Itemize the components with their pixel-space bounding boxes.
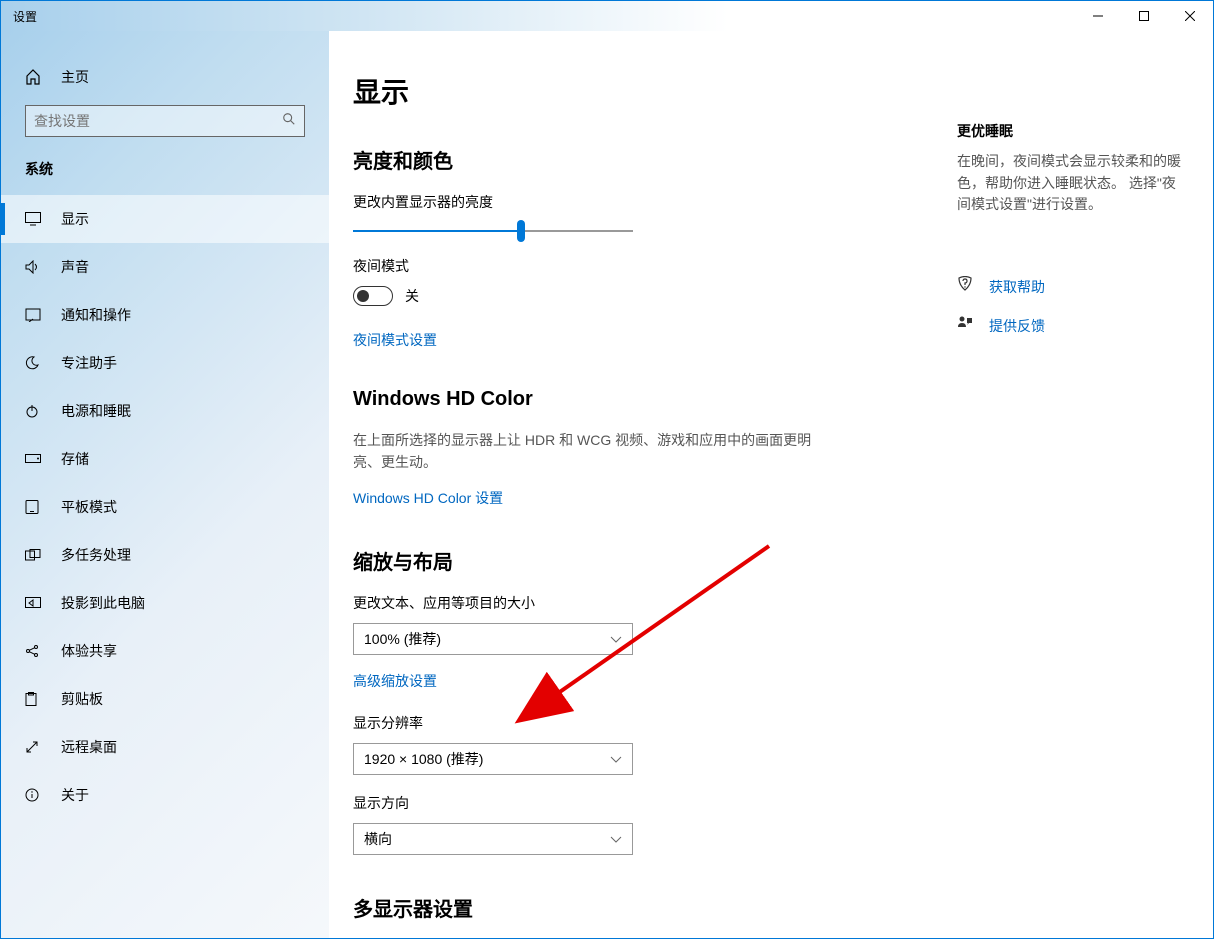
orientation-value: 横向	[364, 829, 392, 849]
settings-window: 设置 主页 系统 显示 声音 通知和操作 专注助手 电源和睡眠 存	[0, 0, 1214, 939]
toggle-state-label: 关	[405, 286, 419, 306]
feedback-link[interactable]: 提供反馈	[957, 315, 1189, 336]
main-panel: 显示 亮度和颜色 更改内置显示器的亮度 夜间模式 关 夜间模式设置 Window…	[329, 31, 1213, 938]
night-mode-label: 夜间模式	[353, 256, 913, 276]
nav-item-label: 投影到此电脑	[61, 593, 145, 613]
nav-item-label: 专注助手	[61, 353, 117, 373]
nav-display[interactable]: 显示	[1, 195, 329, 243]
brightness-slider[interactable]	[353, 230, 633, 232]
nav-notifications[interactable]: 通知和操作	[1, 291, 329, 339]
content-area: 主页 系统 显示 声音 通知和操作 专注助手 电源和睡眠 存储 平板模式 多任务…	[1, 31, 1213, 938]
window-controls	[1075, 1, 1213, 31]
brightness-slider-label: 更改内置显示器的亮度	[353, 192, 913, 212]
tablet-icon	[25, 500, 45, 514]
window-title: 设置	[1, 8, 37, 25]
speaker-icon	[25, 260, 45, 274]
text-size-dropdown[interactable]: 100% (推荐)	[353, 623, 633, 655]
page-title: 显示	[353, 71, 913, 111]
slider-thumb[interactable]	[517, 220, 525, 242]
text-size-label: 更改文本、应用等项目的大小	[353, 593, 913, 613]
get-help-link[interactable]: 获取帮助	[957, 276, 1189, 297]
hd-settings-link[interactable]: Windows HD Color 设置	[353, 488, 503, 508]
nav-focus[interactable]: 专注助手	[1, 339, 329, 387]
nav-remote[interactable]: 远程桌面	[1, 723, 329, 771]
nav-item-label: 声音	[61, 257, 89, 277]
scale-heading: 缩放与布局	[353, 546, 913, 575]
home-label: 主页	[61, 67, 89, 87]
nav-power[interactable]: 电源和睡眠	[1, 387, 329, 435]
home-nav[interactable]: 主页	[1, 59, 329, 105]
nav-item-label: 通知和操作	[61, 305, 131, 325]
multi-heading: 多显示器设置	[353, 893, 913, 922]
notification-icon	[25, 308, 45, 322]
right-panel: 更优睡眠 在晚间，夜间模式会显示较柔和的暖色，帮助你进入睡眠状态。 选择"夜间模…	[957, 121, 1189, 354]
search-box[interactable]	[25, 105, 305, 137]
slider-fill	[353, 230, 521, 232]
toggle-knob	[357, 290, 369, 302]
multitask-icon	[25, 549, 45, 561]
monitor-icon	[25, 212, 45, 226]
nav-multitask[interactable]: 多任务处理	[1, 531, 329, 579]
chevron-down-icon	[610, 631, 622, 647]
chevron-down-icon	[610, 751, 622, 767]
night-mode-settings-link[interactable]: 夜间模式设置	[353, 330, 437, 350]
right-heading: 更优睡眠	[957, 121, 1189, 141]
titlebar: 设置	[1, 1, 1213, 31]
nav-item-label: 存储	[61, 449, 89, 469]
nav-item-label: 多任务处理	[61, 545, 131, 565]
hd-description: 在上面所选择的显示器上让 HDR 和 WCG 视频、游戏和应用中的画面更明亮、更…	[353, 429, 813, 474]
project-icon	[25, 597, 45, 609]
maximize-button[interactable]	[1121, 1, 1167, 31]
text-size-value: 100% (推荐)	[364, 629, 441, 649]
chevron-down-icon	[610, 831, 622, 847]
info-icon	[25, 788, 45, 802]
remote-icon	[25, 740, 45, 754]
nav-project[interactable]: 投影到此电脑	[1, 579, 329, 627]
brightness-heading: 亮度和颜色	[353, 145, 913, 174]
nav-item-label: 关于	[61, 785, 89, 805]
nav-list: 显示 声音 通知和操作 专注助手 电源和睡眠 存储 平板模式 多任务处理 投影到…	[1, 195, 329, 819]
feedback-icon	[957, 315, 975, 336]
nav-item-label: 平板模式	[61, 497, 117, 517]
nav-about[interactable]: 关于	[1, 771, 329, 819]
nav-sound[interactable]: 声音	[1, 243, 329, 291]
sidebar: 主页 系统 显示 声音 通知和操作 专注助手 电源和睡眠 存储 平板模式 多任务…	[1, 31, 329, 938]
minimize-button[interactable]	[1075, 1, 1121, 31]
category-label: 系统	[1, 159, 329, 195]
help-label: 获取帮助	[989, 277, 1045, 297]
nav-item-label: 电源和睡眠	[61, 401, 131, 421]
share-icon	[25, 644, 45, 658]
nav-storage[interactable]: 存储	[1, 435, 329, 483]
close-button[interactable]	[1167, 1, 1213, 31]
moon-icon	[25, 356, 45, 370]
orientation-label: 显示方向	[353, 793, 913, 813]
nav-item-label: 远程桌面	[61, 737, 117, 757]
nav-clipboard[interactable]: 剪贴板	[1, 675, 329, 723]
search-icon	[282, 112, 296, 131]
annotation-arrow-1	[329, 191, 339, 356]
nav-item-label: 显示	[61, 209, 89, 229]
storage-icon	[25, 454, 45, 464]
resolution-value: 1920 × 1080 (推荐)	[364, 749, 483, 769]
nav-item-label: 体验共享	[61, 641, 117, 661]
search-input[interactable]	[34, 113, 282, 129]
right-text: 在晚间，夜间模式会显示较柔和的暖色，帮助你进入睡眠状态。 选择"夜间模式设置"进…	[957, 151, 1189, 216]
resolution-dropdown[interactable]: 1920 × 1080 (推荐)	[353, 743, 633, 775]
feedback-label: 提供反馈	[989, 316, 1045, 336]
night-mode-toggle[interactable]	[353, 286, 393, 306]
hd-heading: Windows HD Color	[353, 388, 913, 411]
nav-shared[interactable]: 体验共享	[1, 627, 329, 675]
resolution-label: 显示分辨率	[353, 713, 913, 733]
orientation-dropdown[interactable]: 横向	[353, 823, 633, 855]
advanced-scale-link[interactable]: 高级缩放设置	[353, 671, 437, 691]
clipboard-icon	[25, 692, 45, 706]
nav-item-label: 剪贴板	[61, 689, 103, 709]
nav-tablet[interactable]: 平板模式	[1, 483, 329, 531]
home-icon	[25, 69, 45, 85]
help-icon	[957, 276, 975, 297]
power-icon	[25, 404, 45, 418]
